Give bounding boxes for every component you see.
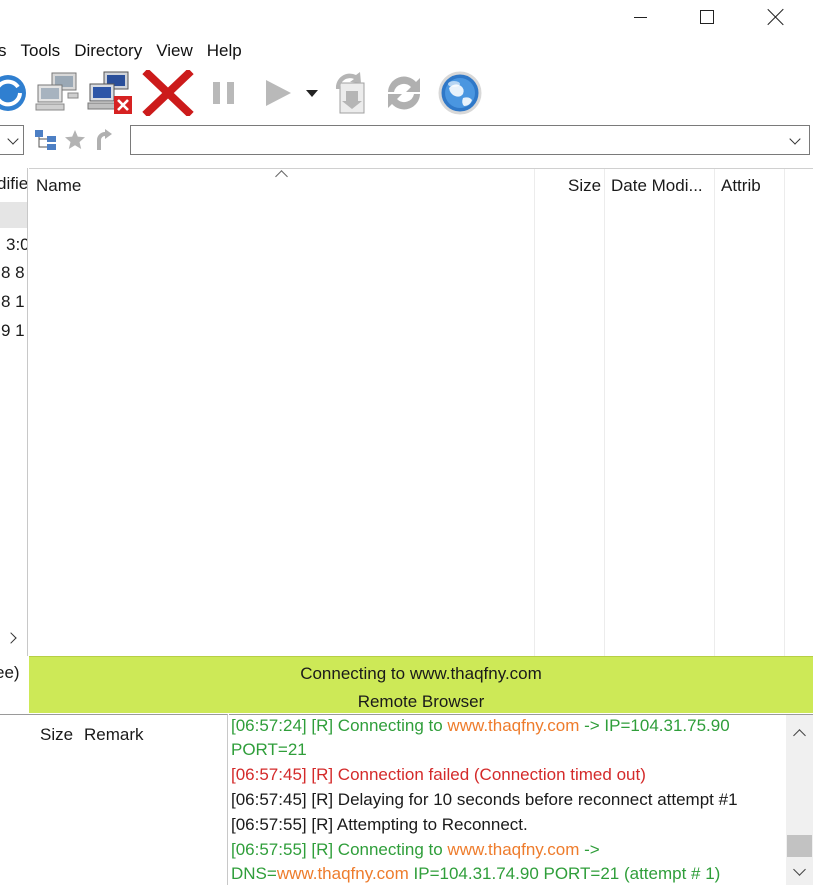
- column-divider: [534, 169, 535, 657]
- toolbar: [0, 66, 813, 120]
- pause-button[interactable]: [204, 70, 244, 116]
- play-icon: [266, 80, 291, 106]
- list-item[interactable]: 8 8: [1, 263, 25, 283]
- maximize-icon: [700, 10, 714, 24]
- log-text: [06:57:24] [R] Connecting to: [231, 716, 448, 735]
- chevron-down-icon: [789, 133, 801, 145]
- remote-status-bar: Connecting to www.thaqfny.com Remote Bro…: [29, 656, 813, 713]
- transfer-queue-icon: [335, 72, 365, 114]
- scroll-down-icon[interactable]: [793, 863, 806, 876]
- disconnect-button[interactable]: [86, 70, 136, 116]
- menu-item-directory[interactable]: Directory: [67, 41, 149, 61]
- sort-ascending-icon: [275, 170, 288, 183]
- remote-nav-icons: [33, 125, 115, 155]
- synchronize-icon: [388, 76, 420, 110]
- log-line: PORT=21: [231, 740, 307, 759]
- log-text: DNS=: [231, 864, 277, 883]
- log-scrollbar[interactable]: [786, 714, 813, 885]
- log-text: ->: [579, 840, 600, 859]
- minimize-icon: [633, 16, 647, 18]
- remote-file-list[interactable]: Name Size Date Modi... Attrib: [29, 168, 813, 657]
- column-header-attrib[interactable]: Attrib: [721, 169, 761, 203]
- log-pane[interactable]: [06:57:24] [R] Connecting to www.thaqfny…: [229, 714, 786, 885]
- play-dropdown-button[interactable]: [302, 70, 322, 116]
- play-button[interactable]: [258, 70, 298, 116]
- close-button[interactable]: [753, 0, 799, 34]
- log-text: [06:57:55] [R] Connecting to: [231, 840, 448, 859]
- menu-bar: s Tools Directory View Help: [0, 38, 249, 64]
- list-item[interactable]: 3:0: [6, 235, 27, 255]
- title-bar: [0, 0, 813, 34]
- queue-button[interactable]: [324, 70, 374, 116]
- column-header-date-modified[interactable]: Date Modi...: [611, 169, 703, 203]
- column-divider: [714, 169, 715, 657]
- chevron-down-icon: [7, 133, 19, 145]
- favorites-star-icon[interactable]: [63, 128, 87, 152]
- selected-row[interactable]: [0, 202, 27, 228]
- scroll-up-icon[interactable]: [793, 729, 806, 742]
- scrollbar-thumb[interactable]: [787, 835, 812, 857]
- log-host: www.thaqfny.com: [447, 716, 580, 735]
- local-path-combo[interactable]: [0, 125, 24, 155]
- local-status-text: ee): [0, 663, 20, 682]
- connect-computer-icon: [35, 72, 79, 111]
- web-browse-button[interactable]: [436, 70, 484, 116]
- column-header-modified[interactable]: difie: [0, 174, 27, 194]
- local-file-list[interactable]: difie 3:0 8 8 8 1 9 1: [0, 168, 28, 656]
- log-host: www.thaqfny.com: [276, 864, 409, 883]
- log-line: [06:57:55] [R] Connecting to www.thaqfny…: [231, 839, 600, 861]
- column-header-size[interactable]: Size: [40, 725, 73, 745]
- log-text: -> IP=104.31.75.90: [579, 716, 730, 735]
- refresh-button[interactable]: [0, 70, 30, 116]
- log-line: DNS=www.thaqfny.com IP=104.31.74.90 PORT…: [231, 863, 720, 885]
- connection-status: Connecting to www.thaqfny.com: [300, 664, 542, 683]
- remote-path-combo[interactable]: [130, 125, 810, 155]
- pause-icon: [213, 82, 234, 104]
- dropdown-arrow-icon: [306, 90, 318, 97]
- abort-button[interactable]: [142, 70, 194, 116]
- directory-tree-icon[interactable]: [33, 128, 59, 152]
- abort-icon: [142, 70, 194, 116]
- column-divider: [604, 169, 605, 657]
- maximize-button[interactable]: [684, 0, 730, 34]
- scroll-right-icon[interactable]: [5, 632, 17, 644]
- disconnect-computer-icon: [87, 71, 132, 114]
- column-header-size[interactable]: Size: [568, 169, 601, 203]
- log-line: [06:57:24] [R] Connecting to www.thaqfny…: [231, 715, 730, 737]
- up-directory-icon[interactable]: [91, 128, 115, 152]
- pane-title: Remote Browser: [357, 692, 485, 711]
- column-divider: [784, 169, 785, 657]
- synchronize-button[interactable]: [380, 70, 428, 116]
- minimize-button[interactable]: [617, 0, 663, 34]
- column-header-name[interactable]: Name: [36, 169, 81, 203]
- log-text: IP=104.31.74.90 PORT=21 (attempt # 1): [408, 864, 721, 883]
- close-icon: [767, 8, 785, 26]
- menu-item-help[interactable]: Help: [200, 41, 249, 61]
- list-item[interactable]: 9 1: [1, 321, 25, 341]
- log-line: [06:57:55] [R] Attempting to Reconnect.: [231, 815, 528, 834]
- globe-icon: [438, 71, 482, 115]
- log-host: www.thaqfny.com: [447, 840, 580, 859]
- log-line: [06:57:45] [R] Connection failed (Connec…: [231, 765, 646, 784]
- queue-pane[interactable]: Size Remark: [0, 714, 228, 885]
- menu-item-truncated[interactable]: s: [0, 41, 14, 61]
- refresh-icon: [0, 75, 26, 111]
- menu-item-tools[interactable]: Tools: [14, 41, 68, 61]
- local-status: ee): [0, 656, 29, 713]
- menu-item-view[interactable]: View: [149, 41, 200, 61]
- connect-button[interactable]: [34, 70, 82, 116]
- log-line: [06:57:45] [R] Delaying for 10 seconds b…: [231, 790, 738, 809]
- column-header-remark[interactable]: Remark: [84, 725, 144, 745]
- list-item[interactable]: 8 1: [1, 292, 25, 312]
